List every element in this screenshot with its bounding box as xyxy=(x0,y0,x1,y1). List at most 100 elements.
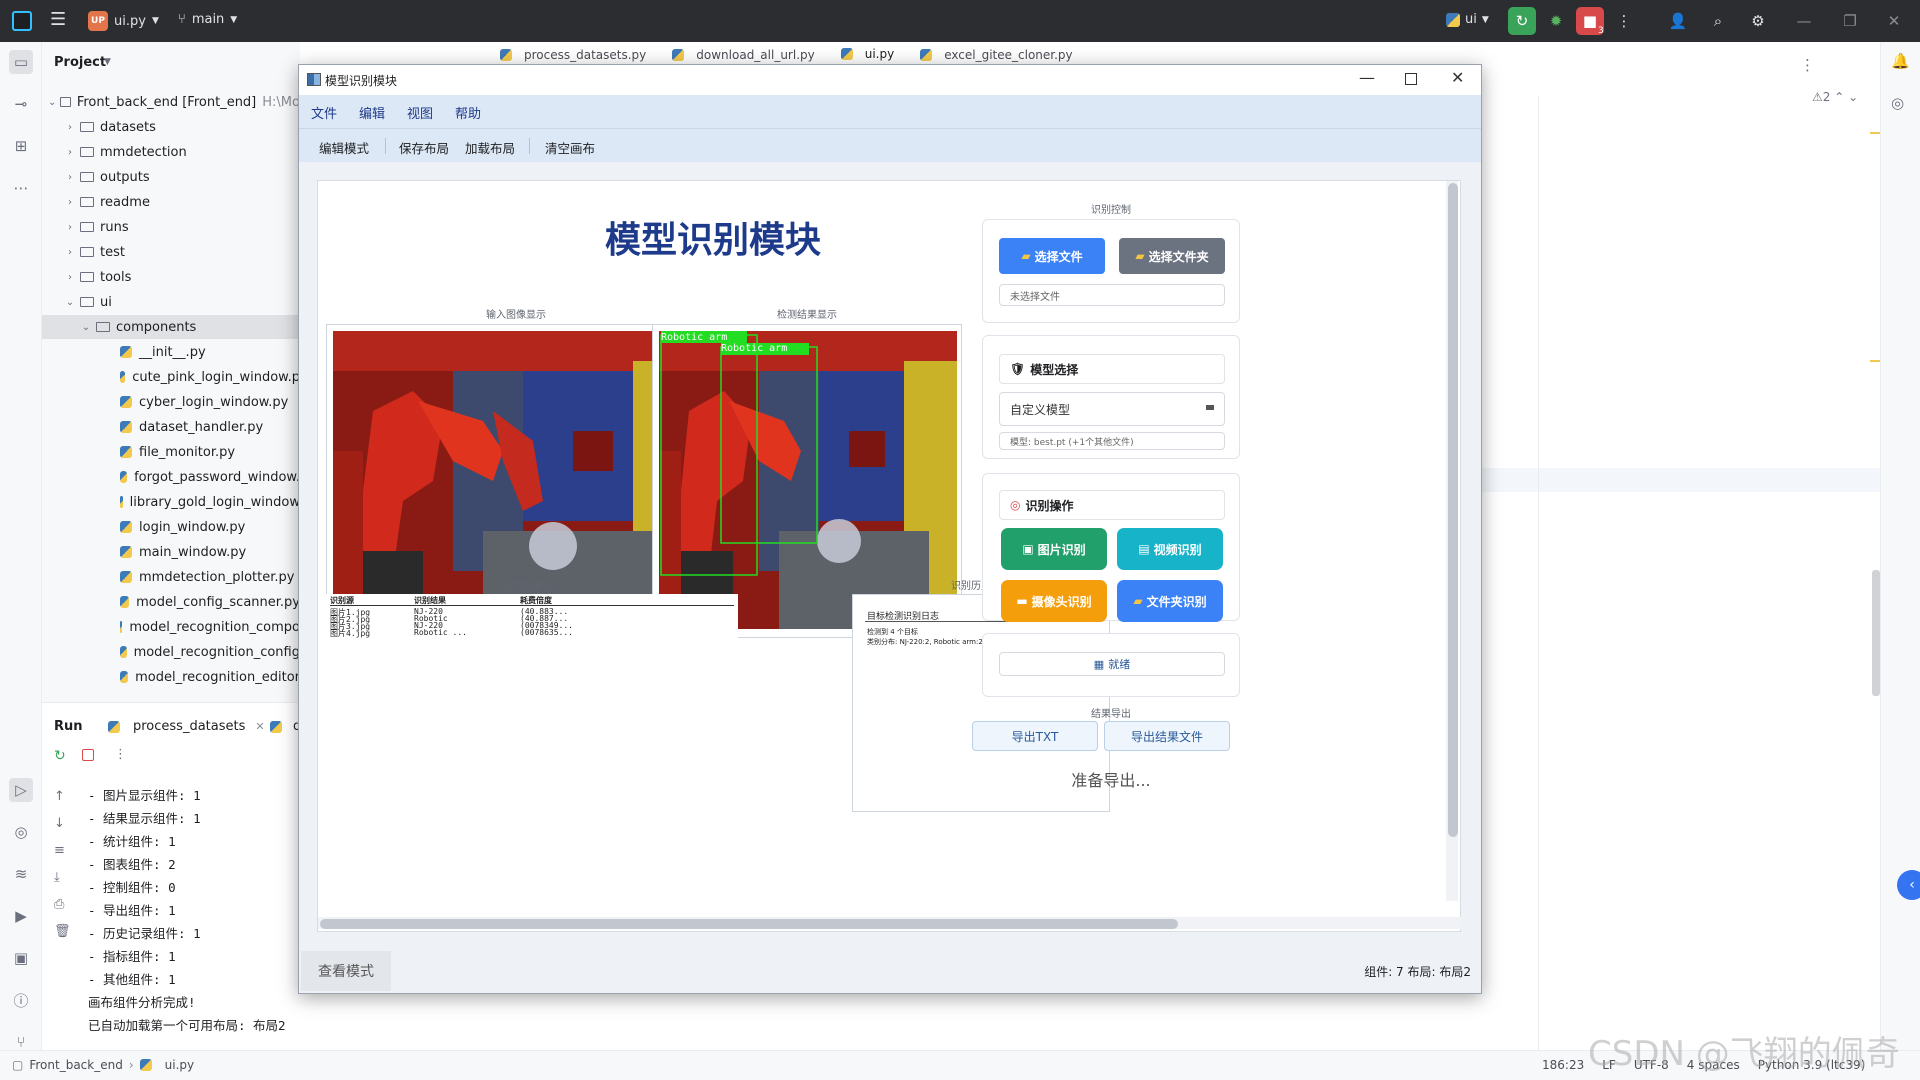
folder-icon xyxy=(80,297,94,307)
layers-icon[interactable]: ≋ xyxy=(9,862,33,886)
rerun-icon[interactable]: ↻ xyxy=(54,748,66,764)
menu-file[interactable]: 文件 xyxy=(311,103,337,122)
caret-position[interactable]: 186:23 xyxy=(1542,1058,1584,1072)
menu-view[interactable]: 视图 xyxy=(407,103,433,122)
more-tools-icon[interactable]: ⋯ xyxy=(9,176,33,200)
arrow-down-icon[interactable]: ↓ xyxy=(54,810,72,837)
clear-canvas-button[interactable]: 清空画布 xyxy=(545,138,595,157)
editor-tab-label: download_all_url.py xyxy=(696,48,815,62)
tree-folder[interactable]: › mmdetection xyxy=(42,140,300,164)
tree-file[interactable]: library_gold_login_window xyxy=(42,490,300,514)
tree-file[interactable]: file_monitor.py xyxy=(42,440,300,464)
control-caption: 识别控制 xyxy=(1091,205,1131,216)
bell-icon[interactable]: 🔔 xyxy=(1891,52,1910,70)
export-txt-button[interactable]: 导出TXT xyxy=(972,721,1098,751)
tree-file[interactable]: model_config_scanner.py xyxy=(42,590,300,614)
search-icon[interactable]: ⌕ xyxy=(1704,7,1732,35)
view-mode-button[interactable]: 查看模式 xyxy=(301,951,391,991)
rerun-button[interactable]: ↻ xyxy=(1508,7,1536,35)
save-layout-button[interactable]: 保存布局 xyxy=(399,138,449,157)
image-recognition-button[interactable]: ▣ 图片识别 xyxy=(1001,528,1107,570)
run-tab-process-datasets[interactable]: process_datasets ✕ xyxy=(108,719,265,734)
project-panel-title[interactable]: Project xyxy=(54,55,106,70)
tree-folder-label: outputs xyxy=(100,169,150,185)
tree-file[interactable]: model_recognition_editor xyxy=(42,665,300,689)
python-console-icon[interactable]: ◎ xyxy=(9,820,33,844)
services-icon[interactable]: ▶ xyxy=(9,904,33,928)
minimize-icon[interactable]: — xyxy=(1359,68,1375,87)
minimize-icon[interactable]: — xyxy=(1790,7,1818,35)
close-icon[interactable]: ✕ xyxy=(1451,68,1464,87)
tree-file[interactable]: dataset_handler.py xyxy=(42,415,300,439)
menu-edit[interactable]: 编辑 xyxy=(359,103,385,122)
tree-folder[interactable]: › outputs xyxy=(42,165,300,189)
tree-file[interactable]: cute_pink_login_window.p xyxy=(42,365,300,389)
close-icon[interactable]: ✕ xyxy=(255,720,264,733)
select-file-button[interactable]: ▰ 选择文件 xyxy=(999,238,1105,274)
camera-recognition-button[interactable]: ▬ 摄像头识别 xyxy=(1001,580,1107,622)
canvas-v-scrollbar[interactable] xyxy=(1448,183,1458,837)
print-icon[interactable]: ⎙ xyxy=(54,891,72,918)
tree-folder[interactable]: › test xyxy=(42,240,300,264)
select-folder-button[interactable]: ▰ 选择文件夹 xyxy=(1119,238,1225,274)
notification-count: 3 xyxy=(1598,26,1604,36)
tree-folder[interactable]: › datasets xyxy=(42,115,300,139)
structure-icon[interactable]: ⊞ xyxy=(9,134,33,158)
trash-icon[interactable]: 🗑 xyxy=(54,918,72,945)
tree-root[interactable]: ⌄ Front_back_end [Front_end] H:\Mo xyxy=(42,90,300,114)
breadcrumb-project[interactable]: Front_back_end xyxy=(29,1058,122,1072)
run-config-selector[interactable]: ui ▼ xyxy=(1446,12,1489,27)
more-options-icon[interactable]: ⋮ xyxy=(1800,56,1815,74)
editor-scrollbar[interactable] xyxy=(1872,570,1880,696)
tree-folder[interactable]: › readme xyxy=(42,190,300,214)
canvas-h-scrollbar[interactable] xyxy=(320,919,1178,929)
tree-file[interactable]: model_recognition_config xyxy=(42,640,300,664)
ops-section-title: 识别操作 xyxy=(1025,498,1074,513)
gear-icon[interactable]: ⚙ xyxy=(1744,7,1772,35)
tree-folder[interactable]: ⌄ ui xyxy=(42,290,300,314)
folder-recognition-button[interactable]: ▰ 文件夹识别 xyxy=(1117,580,1223,622)
soft-wrap-icon[interactable]: ≡ xyxy=(54,837,72,864)
chevron-down-icon[interactable]: ▼ xyxy=(104,57,111,67)
model-dropdown[interactable]: 自定义模型 xyxy=(999,392,1225,426)
tree-folder[interactable]: › runs xyxy=(42,215,300,239)
debug-button[interactable]: ✹ xyxy=(1542,7,1570,35)
scroll-to-end-icon[interactable]: ⤓ xyxy=(54,864,72,891)
load-layout-button[interactable]: 加载布局 xyxy=(465,138,515,157)
tree-file[interactable]: __init__.py xyxy=(42,340,300,364)
tree-folder[interactable]: › tools xyxy=(42,265,300,289)
close-icon[interactable]: ✕ xyxy=(1880,7,1908,35)
tree-file[interactable]: cyber_login_window.py xyxy=(42,390,300,414)
more-options-icon[interactable]: ⋮ xyxy=(1610,7,1638,35)
stop-icon[interactable] xyxy=(82,749,94,761)
video-recognition-button[interactable]: ▤ 视频识别 xyxy=(1117,528,1223,570)
arrow-up-icon[interactable]: ↑ xyxy=(54,783,72,810)
collapse-side-button[interactable]: ‹ xyxy=(1897,870,1920,900)
breadcrumb-file[interactable]: ui.py xyxy=(165,1058,194,1072)
hamburger-menu-icon[interactable]: ☰ xyxy=(50,9,66,30)
tree-file[interactable]: login_window.py xyxy=(42,515,300,539)
commit-icon[interactable]: ⊸ xyxy=(9,92,33,116)
maximize-icon[interactable] xyxy=(1405,73,1417,85)
restore-icon[interactable]: ❐ xyxy=(1836,7,1864,35)
folder-icon[interactable]: ▭ xyxy=(9,50,33,74)
tree-file[interactable]: main_window.py xyxy=(42,540,300,564)
terminal-icon[interactable]: ▣ xyxy=(9,946,33,970)
more-options-icon[interactable]: ⋮ xyxy=(114,747,127,762)
select-folder-label: 选择文件夹 xyxy=(1148,249,1209,264)
project-selector[interactable]: UP ui.py ▼ xyxy=(88,11,159,31)
tree-file[interactable]: mmdetection_plotter.py xyxy=(42,565,300,589)
tree-file[interactable]: model_recognition_compo xyxy=(42,615,300,639)
export-result-file-button[interactable]: 导出结果文件 xyxy=(1104,721,1230,751)
run-tool-icon[interactable]: ▷ xyxy=(9,778,33,802)
edit-mode-button[interactable]: 编辑模式 xyxy=(319,138,369,157)
problems-icon[interactable]: ⓘ xyxy=(9,988,33,1012)
branch-selector[interactable]: ⑂ main ▼ xyxy=(178,12,237,27)
add-user-icon[interactable]: 👤 xyxy=(1664,7,1692,35)
tree-file[interactable]: forgot_password_window. xyxy=(42,465,300,489)
dropdown-arrow-icon xyxy=(1206,405,1214,410)
ai-assistant-icon[interactable]: ◎ xyxy=(1891,94,1904,112)
warning-indicator[interactable]: ⚠2 ⌃ ⌄ xyxy=(1812,90,1858,104)
menu-help[interactable]: 帮助 xyxy=(455,103,481,122)
tree-folder-components[interactable]: ⌄ components xyxy=(42,315,300,339)
